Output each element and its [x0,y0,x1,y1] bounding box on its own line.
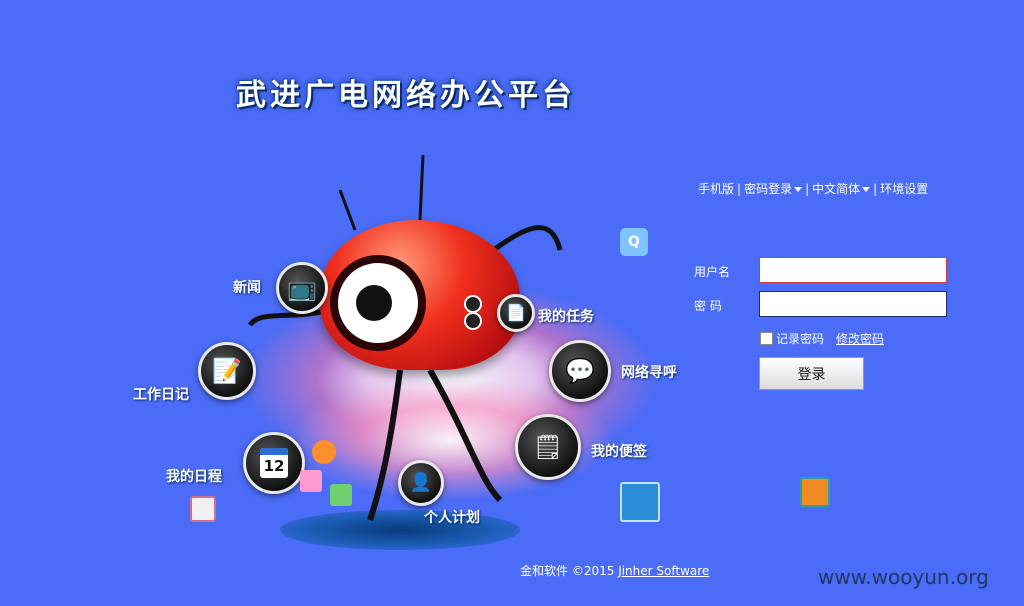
password-login-dropdown[interactable]: 密码登录 [744,182,803,196]
password-label: 密 码 [694,299,722,313]
sticky-note-icon: 🗒 [532,433,564,461]
feature-network-pager[interactable]: 网络寻呼 [621,362,677,382]
chat-bubble-icon: 💬 [565,357,595,385]
password-login-label: 密码登录 [744,182,793,196]
notepad-icon: 📝 [212,357,242,385]
language-dropdown[interactable]: 中文简体 [812,182,871,196]
mobile-link[interactable]: 手机版 [698,182,734,196]
top-links: 手机版 | 密码登录 | 中文简体 | 环境设置 [698,180,928,197]
watermark: www.wooyun.org [818,565,989,589]
mascot-dot-2 [464,312,482,330]
calendar-day: 12 [263,457,285,475]
mascot-dot-1 [464,295,482,313]
feature-news[interactable]: 新闻 [233,277,261,297]
my-tasks-bubble[interactable]: 📄 [497,294,535,332]
work-diary-bubble[interactable]: 📝 [198,342,256,400]
gift-box-icon [800,477,830,507]
feature-my-tasks[interactable]: 我的任务 [538,306,594,326]
feature-my-notes[interactable]: 我的便签 [591,441,647,461]
feature-work-diary[interactable]: 工作日记 [133,384,189,404]
gift-box-icon [190,496,216,522]
personal-plan-bubble[interactable]: 👤 [398,460,444,506]
page-title: 武进广电网络办公平台 [236,78,576,113]
news-bubble[interactable]: 📺 [276,262,328,314]
calendar-icon: 12 [260,448,288,478]
tv-icon: 📺 [287,274,317,302]
remember-password[interactable]: 记录密码 [760,330,824,347]
remember-checkbox[interactable] [760,332,773,345]
separator: | [805,182,810,196]
my-notes-bubble[interactable]: 🗒 [515,414,581,480]
footer-link[interactable]: Jinher Software [618,564,709,578]
login-button[interactable]: 登录 [759,357,864,390]
network-pager-bubble[interactable]: 💬 [549,340,611,402]
username-label: 用户名 [694,265,731,279]
document-icon: 📄 [506,303,526,322]
person-clock-icon: 👤 [409,472,433,493]
footer-company: 金和软件 ©2015 [520,564,615,578]
feature-my-schedule[interactable]: 我的日程 [166,466,222,486]
remember-label: 记录密码 [776,332,825,346]
password-input[interactable] [759,291,947,317]
language-label: 中文简体 [812,182,861,196]
my-schedule-bubble[interactable]: 12 [243,432,305,494]
separator: | [873,182,878,196]
heart-icon [312,440,336,464]
gift-box-icon [330,484,352,506]
chevron-down-icon [862,187,871,192]
qq-icon[interactable]: Q [620,228,648,256]
change-password-link[interactable]: 修改密码 [836,330,884,347]
calendar-header [260,448,288,455]
gift-box-icon [620,482,660,522]
username-input[interactable] [759,257,947,283]
footer: 金和软件 ©2015 Jinher Software [520,562,709,579]
mascot-pupil [356,285,392,321]
gift-box-icon [300,470,322,492]
env-settings-link[interactable]: 环境设置 [880,182,928,196]
separator: | [737,182,742,196]
feature-personal-plan[interactable]: 个人计划 [424,507,480,527]
chevron-down-icon [794,187,803,192]
